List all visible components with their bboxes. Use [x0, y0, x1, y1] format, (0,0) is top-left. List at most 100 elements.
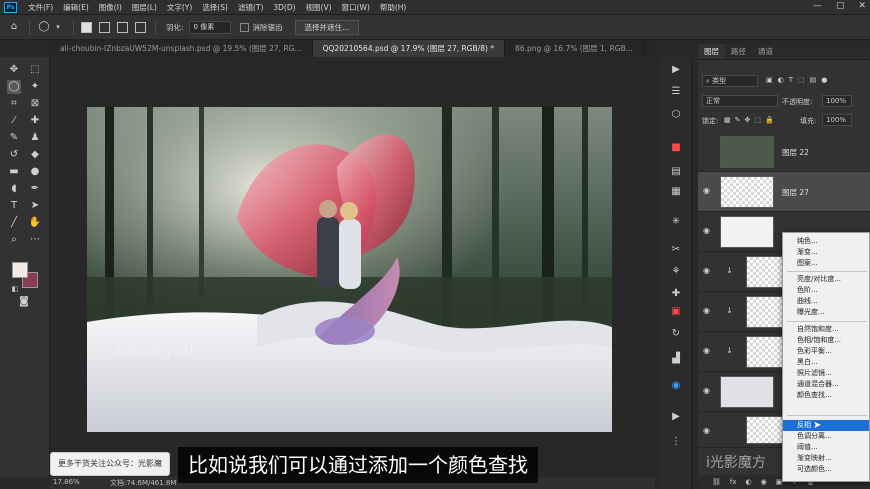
frame-tool-icon[interactable]: ⊠ — [28, 97, 42, 111]
path-selection-icon[interactable]: ➤ — [28, 199, 42, 213]
menu-item-vibrance[interactable]: 自然饱和度... — [783, 324, 869, 335]
antialias-checkbox[interactable] — [239, 22, 249, 32]
canvas-area[interactable]: I love you — [50, 57, 655, 477]
menu-layer[interactable]: 图层(L) — [127, 2, 162, 13]
eye-icon[interactable]: ◉ — [703, 186, 710, 195]
tab-channels[interactable]: 通道 — [752, 44, 779, 59]
select-and-mask-button[interactable]: 选择并遮住... — [294, 19, 360, 35]
scissors-icon[interactable]: ✂ — [668, 243, 684, 257]
type-tool-icon[interactable]: T — [7, 199, 21, 213]
menu-item-hue-saturation[interactable]: 色相/饱和度... — [783, 335, 869, 346]
document-image[interactable]: I love you — [87, 107, 612, 432]
menu-3d[interactable]: 3D(D) — [268, 3, 300, 12]
menu-edit[interactable]: 编辑(E) — [58, 2, 94, 13]
layer-row[interactable]: ◉ 图层 27 — [698, 172, 870, 212]
mask-icon[interactable]: ◐ — [746, 475, 752, 489]
lasso-tool-icon[interactable]: ◯ — [7, 80, 21, 94]
eye-icon[interactable]: ◉ — [703, 226, 710, 235]
menu-item-color-balance[interactable]: 色彩平衡... — [783, 346, 869, 357]
menu-item-color-lookup[interactable]: 颜色查找... — [783, 390, 869, 401]
zoom-tool-icon[interactable]: ⌕ — [7, 233, 21, 247]
maximize-button[interactable]: ▢ — [836, 1, 845, 11]
chevron-down-icon[interactable]: ▾ — [52, 21, 64, 33]
marquee-tool-icon[interactable]: ⬚ — [28, 63, 42, 77]
document-icon[interactable]: ▤ — [668, 165, 684, 179]
rotate-icon[interactable]: ↻ — [668, 327, 684, 341]
menu-filter[interactable]: 滤镜(T) — [233, 2, 268, 13]
crop-tool-icon[interactable]: ⌗ — [7, 97, 21, 111]
menu-file[interactable]: 文件(F) — [23, 2, 58, 13]
filter-type-icons[interactable]: ▣◐T⬚▤● — [766, 76, 832, 84]
minimize-button[interactable]: — — [813, 1, 822, 11]
menu-item-invert[interactable]: 反相 — [783, 420, 869, 431]
histogram-icon[interactable]: ▟ — [668, 352, 684, 366]
intersect-selection-icon[interactable] — [135, 21, 146, 33]
more-tools-icon[interactable]: ⋯ — [28, 233, 42, 247]
link-layers-icon[interactable]: ⛓ — [712, 475, 721, 489]
menu-type[interactable]: 文字(Y) — [162, 2, 197, 13]
menu-item-solid-color[interactable]: 纯色... — [783, 236, 869, 247]
eye-icon[interactable]: ◉ — [703, 426, 710, 435]
eye-icon[interactable]: ◉ — [703, 346, 710, 355]
history-brush-icon[interactable]: ↺ — [7, 148, 21, 162]
filter-kind-select[interactable]: ⌕ 类型 — [702, 75, 758, 87]
menu-item-levels[interactable]: 色阶... — [783, 285, 869, 296]
tab-document-2[interactable]: QQ20210564.psd @ 17.9% (图层 27, RGB/8) * — [312, 40, 506, 57]
eye-icon[interactable]: ◉ — [703, 306, 710, 315]
blue-plugin-icon[interactable]: ◉ — [668, 379, 684, 393]
quick-mask-icon[interactable]: ◙ — [17, 295, 31, 309]
menu-item-exposure[interactable]: 曝光度... — [783, 307, 869, 318]
close-button[interactable]: ✕ — [858, 1, 866, 11]
brush-preset-icon[interactable]: ⚘ — [668, 265, 684, 279]
line-tool-icon[interactable]: ╱ — [7, 216, 21, 230]
menu-select[interactable]: 选择(S) — [197, 2, 233, 13]
menu-item-gradient[interactable]: 渐变... — [783, 247, 869, 258]
adjustment-layer-icon[interactable]: ◉ — [761, 475, 767, 489]
menu-image[interactable]: 图像(I) — [94, 2, 127, 13]
grid-icon[interactable]: ▦ — [668, 185, 684, 199]
layer-row[interactable]: 图层 22 — [698, 132, 870, 172]
home-icon[interactable]: ⌂ — [8, 21, 20, 33]
eye-icon[interactable]: ◉ — [703, 386, 710, 395]
fx-icon[interactable]: fx — [730, 475, 737, 489]
hand-tool-icon[interactable]: ✋ — [28, 216, 42, 230]
lasso-tool-preset-icon[interactable]: ◯ — [38, 21, 50, 33]
zoom-readout[interactable]: 17.86% — [53, 478, 80, 486]
blend-mode-select[interactable]: 正常 — [702, 95, 778, 107]
eyedropper-icon[interactable]: ⁄ — [7, 114, 21, 128]
menu-item-channel-mixer[interactable]: 通道混合器... — [783, 379, 869, 390]
blur-tool-icon[interactable]: ● — [28, 165, 42, 179]
tab-document-3[interactable]: 86.png @ 16.7% (图层 1, RGB... — [505, 40, 644, 57]
menu-item-gradient-map[interactable]: 渐变映射... — [783, 453, 869, 464]
dodge-tool-icon[interactable]: ◖ — [7, 182, 21, 196]
pen-tool-icon[interactable]: ✒ — [28, 182, 42, 196]
sparkle-icon[interactable]: ✳ — [668, 215, 684, 229]
menu-item-brightness-contrast[interactable]: 亮度/对比度... — [783, 274, 869, 285]
red-tool-icon[interactable]: ■ — [668, 141, 684, 155]
menu-item-pattern[interactable]: 图案... — [783, 258, 869, 269]
subtract-selection-icon[interactable] — [117, 21, 128, 33]
default-colors-icon[interactable]: ◧ — [8, 282, 22, 296]
puzzle-icon[interactable]: ✚ — [668, 287, 684, 301]
eraser-icon[interactable]: ◆ — [28, 148, 42, 162]
play-icon[interactable]: ▶ — [668, 63, 684, 77]
brush-tool-icon[interactable]: ✎ — [7, 131, 21, 145]
gradient-tool-icon[interactable]: ▬ — [7, 165, 21, 179]
menu-item-selective-color[interactable]: 可选颜色... — [783, 464, 869, 475]
lock-icons[interactable]: ▦✎✥⬚🔒 — [724, 116, 778, 124]
foreground-color-swatch[interactable] — [12, 262, 28, 278]
3d-cube-icon[interactable]: ⬡ — [668, 108, 684, 122]
fill-input[interactable]: 100% — [822, 114, 852, 126]
opacity-input[interactable]: 100% — [822, 95, 852, 107]
add-selection-icon[interactable] — [99, 21, 110, 33]
tab-layers[interactable]: 图层 — [698, 44, 725, 59]
menu-item-posterize[interactable]: 色调分离... — [783, 431, 869, 442]
tab-paths[interactable]: 路径 — [725, 44, 752, 59]
actions-play-icon[interactable]: ▶ — [668, 410, 684, 424]
tab-document-1[interactable]: ali-choubin-IZnbzaUW52M-unsplash.psd @ 1… — [50, 40, 313, 57]
menu-view[interactable]: 视图(V) — [301, 2, 337, 13]
eye-icon[interactable]: ◉ — [703, 266, 710, 275]
menu-window[interactable]: 窗口(W) — [337, 2, 375, 13]
menu-help[interactable]: 帮助(H) — [375, 2, 412, 13]
healing-brush-icon[interactable]: ✚ — [28, 114, 42, 128]
